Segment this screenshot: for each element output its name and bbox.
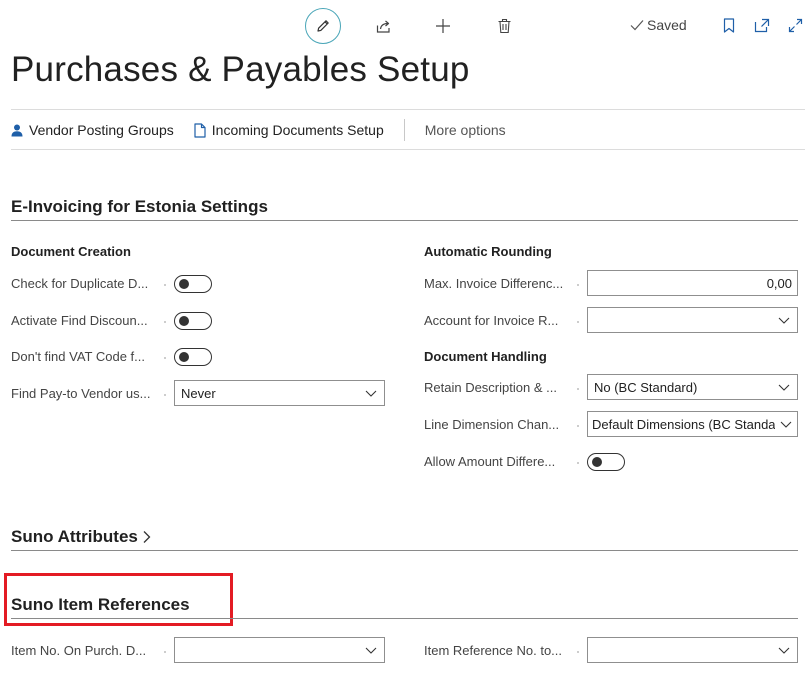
field-dot [164,651,166,653]
divider [11,149,805,150]
vendor-posting-groups-action[interactable]: Vendor Posting Groups [11,122,174,138]
dont-find-vat-toggle[interactable] [174,348,212,366]
chevron-right-icon [143,531,151,543]
open-new-window-button[interactable] [752,15,772,35]
max-invoice-diff-input[interactable]: 0,00 [587,270,798,296]
field-dot [164,284,166,286]
chevron-down-icon [780,421,792,428]
line-dim-value: Default Dimensions (BC Standard) [592,416,775,432]
share-button[interactable] [372,15,394,37]
edit-button[interactable] [305,8,341,44]
open-new-window-icon [754,18,770,32]
field-dot [577,388,579,390]
document-handling-title: Document Handling [424,349,547,364]
item-no-label: Item No. On Purch. D... [11,643,147,658]
field-dot [577,462,579,464]
divider [11,109,805,110]
automatic-rounding-title: Automatic Rounding [424,244,552,259]
field-dot [577,284,579,286]
field-dot [164,357,166,359]
field-dot [577,651,579,653]
find-pay-to-select[interactable]: Never [174,380,385,406]
section-underline [11,550,798,551]
incoming-documents-setup-action[interactable]: Incoming Documents Setup [194,122,384,138]
expand-button[interactable] [786,15,804,35]
vendor-posting-groups-label: Vendor Posting Groups [29,122,174,138]
max-invoice-diff-label: Max. Invoice Differenc... [424,276,564,291]
new-button[interactable] [432,15,454,37]
activate-find-discount-toggle[interactable] [174,312,212,330]
section-underline [11,220,798,221]
retain-desc-value: No (BC Standard) [594,379,698,395]
item-no-select[interactable] [174,637,385,663]
allow-amount-toggle[interactable] [587,453,625,471]
chevron-down-icon [778,317,790,324]
saved-status: Saved [630,17,687,33]
toggle-knob [179,278,189,289]
field-dot [164,321,166,323]
document-icon [194,122,206,138]
find-pay-to-value: Never [181,385,216,401]
person-icon [11,124,23,136]
account-invoice-select[interactable] [587,307,798,333]
action-separator [403,119,405,141]
allow-amount-label: Allow Amount Differe... [424,454,556,469]
more-options-button[interactable]: More options [425,122,506,138]
chevron-down-icon [365,390,377,397]
pencil-icon [317,20,329,32]
field-dot [164,394,166,396]
page-title: Purchases & Payables Setup [11,50,470,89]
field-dot [577,425,579,427]
item-ref-select[interactable] [587,637,798,663]
einvoicing-section-title: E-Invoicing for Estonia Settings [11,197,268,216]
suno-attributes-label: Suno Attributes [11,527,138,546]
toggle-knob [179,315,189,326]
item-ref-label: Item Reference No. to... [424,643,563,658]
retain-desc-label: Retain Description & ... [424,380,557,395]
saved-label: Saved [647,17,687,33]
action-bar: Vendor Posting Groups Incoming Documents… [11,118,506,142]
line-dim-label: Line Dimension Chan... [424,417,560,432]
delete-button[interactable] [493,15,515,37]
find-pay-to-label: Find Pay-to Vendor us... [11,386,151,401]
bookmark-icon [723,17,735,33]
chevron-down-icon [365,647,377,654]
trash-icon [498,18,510,34]
section-underline [11,618,798,619]
chevron-down-icon [778,384,790,391]
max-invoice-diff-value: 0,00 [766,275,792,291]
checkmark-icon [630,20,644,31]
field-dot [577,321,579,323]
dont-find-vat-label: Don't find VAT Code f... [11,349,145,364]
bookmark-button[interactable] [720,15,738,35]
chevron-down-icon [778,647,790,654]
expand-icon [788,18,802,32]
suno-item-references-section-title: Suno Item References [11,595,190,614]
toggle-knob [179,351,189,362]
check-duplicate-label: Check for Duplicate D... [11,276,149,291]
check-duplicate-toggle[interactable] [174,275,212,293]
incoming-documents-setup-label: Incoming Documents Setup [211,122,384,138]
line-dim-select[interactable]: Default Dimensions (BC Standard) [587,411,798,437]
plus-icon [436,19,450,33]
document-creation-title: Document Creation [11,244,131,259]
suno-attributes-section-title[interactable]: Suno Attributes [11,527,151,547]
activate-find-discount-label: Activate Find Discoun... [11,313,148,328]
share-icon [376,20,390,33]
account-invoice-label: Account for Invoice R... [424,313,559,328]
toggle-knob [592,456,602,467]
retain-desc-select[interactable]: No (BC Standard) [587,374,798,400]
